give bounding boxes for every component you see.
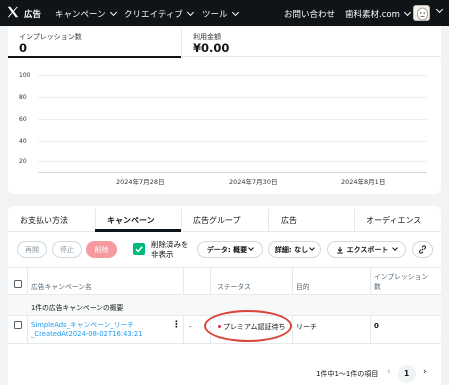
ads-title[interactable]: 広告 xyxy=(24,8,41,20)
gridline xyxy=(38,141,427,142)
campaign-name-line2: _CreatedAt2024-08-02T16:43:21 xyxy=(31,330,143,338)
chevron-down-icon xyxy=(392,245,399,251)
x-tick-label: 2024年7月28日 xyxy=(116,178,165,186)
row-checkbox[interactable] xyxy=(14,321,22,329)
hide-deleted-toggle[interactable] xyxy=(133,243,145,255)
y-tick-label: 20 xyxy=(19,158,27,165)
selected-metric-indicator xyxy=(8,56,181,58)
chevron-down-icon xyxy=(186,8,194,17)
y-tick-label: 80 xyxy=(19,94,27,101)
table-bottom-border xyxy=(8,343,441,344)
x-axis-line xyxy=(38,172,427,173)
resume-button[interactable]: 再開 xyxy=(17,241,47,258)
campaign-name-line1: SimpleAds_キャンペーン_リーチ xyxy=(31,321,135,329)
spend-value: ¥0.00 xyxy=(193,41,230,55)
nav-campaigns-label: キャンペーン xyxy=(55,10,106,20)
next-page-icon[interactable]: › xyxy=(423,367,427,377)
hide-deleted-label-line2: 非表示 xyxy=(151,250,174,259)
link-icon xyxy=(419,245,426,254)
column-header-impressions-line1: インプレッション xyxy=(374,273,429,281)
chevron-down-icon xyxy=(109,8,117,17)
account-switcher[interactable]: 歯科素材.com xyxy=(345,8,411,20)
nav-creatives-label: クリエイティブ xyxy=(124,10,183,20)
avatar[interactable] xyxy=(413,5,430,21)
detail-select[interactable]: 詳細: なし xyxy=(268,241,321,258)
check-icon xyxy=(135,246,143,253)
table-top-border xyxy=(8,267,441,268)
column-header-status[interactable]: ステータス xyxy=(217,281,251,291)
row-dash: - xyxy=(189,323,192,331)
highlight-circle xyxy=(204,310,292,342)
y-tick-label: 60 xyxy=(19,116,27,123)
tab-divider xyxy=(181,209,182,231)
data-select-label: データ: 概要 xyxy=(206,245,248,254)
gridline xyxy=(38,75,427,76)
summary-row-label: 1件の広告キャンペーンの概要 xyxy=(31,304,124,312)
impressions-cell: 0 xyxy=(374,322,379,330)
pagination-summary: 1件中1〜1件の項目 xyxy=(316,370,379,378)
tab-campaigns[interactable]: キャンペーン xyxy=(107,215,155,226)
export-label: エクスポート xyxy=(346,245,389,254)
hide-deleted-label: 削除済みを 非表示 xyxy=(151,240,189,260)
download-icon xyxy=(336,246,343,253)
column-header-objective[interactable]: 目的 xyxy=(296,281,310,291)
more-options-icon[interactable]: ⋮ xyxy=(172,320,181,330)
nav-campaigns[interactable]: キャンペーン xyxy=(55,8,117,20)
tab-ad-groups[interactable]: 広告グループ xyxy=(193,215,241,226)
select-all-checkbox[interactable] xyxy=(14,280,22,288)
nav-tools[interactable]: ツール xyxy=(202,8,239,20)
column-header-impressions-line2: 数 xyxy=(374,283,381,291)
metric-divider xyxy=(181,56,441,57)
delete-button[interactable]: 削除 xyxy=(86,241,117,258)
chevron-down-icon xyxy=(248,245,254,251)
campaign-name-link[interactable]: SimpleAds_キャンペーン_リーチ _CreatedAt2024-08-0… xyxy=(31,321,143,339)
gridline xyxy=(38,119,427,120)
x-logo-icon[interactable] xyxy=(6,5,20,19)
pause-button[interactable]: 停止 xyxy=(52,241,82,258)
chevron-down-icon xyxy=(231,8,239,17)
y-tick-label: 100 xyxy=(19,72,31,79)
tab-divider xyxy=(95,209,96,231)
tab-divider xyxy=(354,209,355,231)
hide-deleted-label-line1: 削除済みを xyxy=(151,240,189,249)
objective-value: リーチ xyxy=(296,323,317,331)
copy-link-button[interactable] xyxy=(412,241,433,258)
chevron-down-icon xyxy=(403,8,411,17)
contact-link[interactable]: お問い合わせ xyxy=(284,8,335,20)
chevron-down-icon xyxy=(309,245,315,251)
top-navigation-bar: 広告 キャンペーン クリエイティブ ツール お問い合わせ 歯科素材.com xyxy=(0,0,449,26)
impressions-value: 0 xyxy=(19,41,28,55)
detail-select-label: 詳細: なし xyxy=(274,245,309,254)
gridline xyxy=(38,161,427,162)
tab-ads[interactable]: 広告 xyxy=(281,215,297,226)
y-tick-label: 40 xyxy=(19,138,27,145)
nav-creatives[interactable]: クリエイティブ xyxy=(124,8,194,20)
previous-page-icon[interactable]: ‹ xyxy=(387,367,391,377)
x-tick-label: 2024年7月30日 xyxy=(229,178,278,186)
column-header-impressions[interactable]: インプレッション 数 xyxy=(374,272,428,292)
current-page-number: 1 xyxy=(404,369,410,378)
tab-payment-methods[interactable]: お支払い方法 xyxy=(20,215,68,226)
data-select[interactable]: データ: 概要 xyxy=(197,241,263,258)
column-header-campaign-name[interactable]: 広告キャンペーン名 xyxy=(31,281,92,291)
tab-audiences[interactable]: オーディエンス xyxy=(366,215,421,226)
x-tick-label: 2024年8月1日 xyxy=(341,178,386,186)
chevron-down-icon[interactable] xyxy=(435,5,444,14)
tabs-bottom-border xyxy=(8,231,441,232)
gridline xyxy=(38,97,427,98)
active-tab-indicator xyxy=(95,229,181,232)
impressions-label: インプレッション数 xyxy=(19,33,82,41)
avatar-illustration-icon xyxy=(417,7,428,20)
nav-tools-label: ツール xyxy=(202,10,228,20)
metric-separator xyxy=(181,28,182,58)
account-name: 歯科素材.com xyxy=(345,10,400,20)
tab-divider xyxy=(268,209,269,231)
export-button[interactable]: エクスポート xyxy=(327,241,406,258)
